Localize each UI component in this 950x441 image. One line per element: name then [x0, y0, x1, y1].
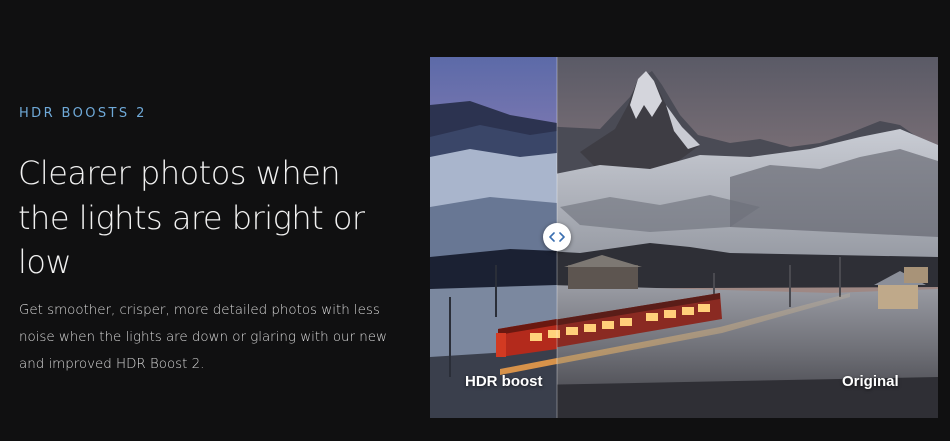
feature-section: HDR BOOSTS 2 Clearer photos when the lig… [0, 0, 950, 441]
before-after-comparison[interactable] [430, 57, 938, 418]
chevron-left-right-icon [549, 232, 565, 242]
original-label: Original [842, 373, 899, 390]
section-body: Get smoother, crisper, more detailed pho… [19, 303, 387, 372]
section-headline: Clearer photos when the lights are brigh… [18, 154, 365, 281]
section-eyebrow: HDR BOOSTS 2 [19, 106, 147, 121]
hdr-boost-label: HDR boost [465, 373, 543, 390]
comparison-slider-handle[interactable] [543, 223, 571, 251]
comparison-photo [430, 57, 938, 418]
